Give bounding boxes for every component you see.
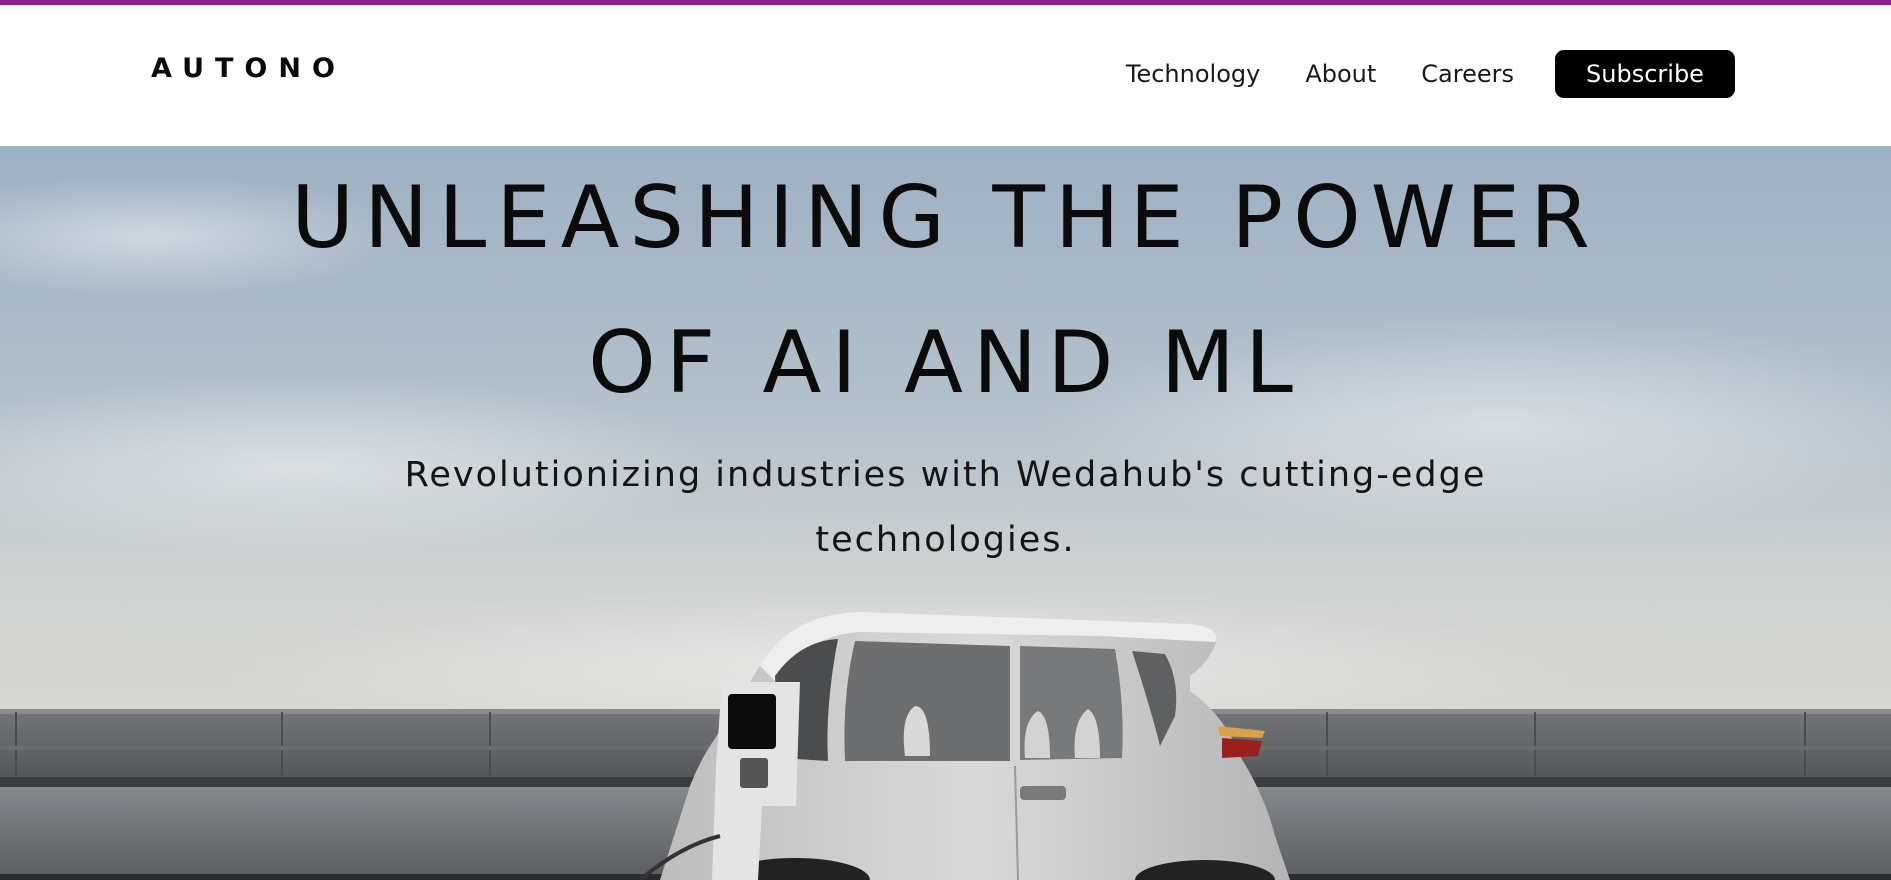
hero-subtitle: Revolutionizing industries with Wedahub'… (404, 455, 1487, 560)
page: AUTONO Technology About Careers Subscrib… (0, 0, 1891, 880)
hero-headline: UNLEASHING THE POWER OF AI AND ML (0, 146, 1891, 436)
subscribe-button[interactable]: Subscribe (1555, 50, 1735, 98)
nav-link-technology[interactable]: Technology (1126, 62, 1260, 86)
nav-link-about[interactable]: About (1305, 62, 1376, 86)
logo[interactable]: AUTONO (151, 55, 346, 82)
nav-links: Technology About Careers Subscribe (1126, 50, 1735, 98)
hero-headline-line-2: OF AI AND ML (588, 313, 1303, 413)
hero-section: UNLEASHING THE POWER OF AI AND ML Revolu… (0, 146, 1891, 880)
navbar: AUTONO Technology About Careers Subscrib… (0, 5, 1891, 146)
nav-link-careers[interactable]: Careers (1421, 62, 1514, 86)
hero-headline-line-1: UNLEASHING THE POWER (291, 168, 1600, 268)
